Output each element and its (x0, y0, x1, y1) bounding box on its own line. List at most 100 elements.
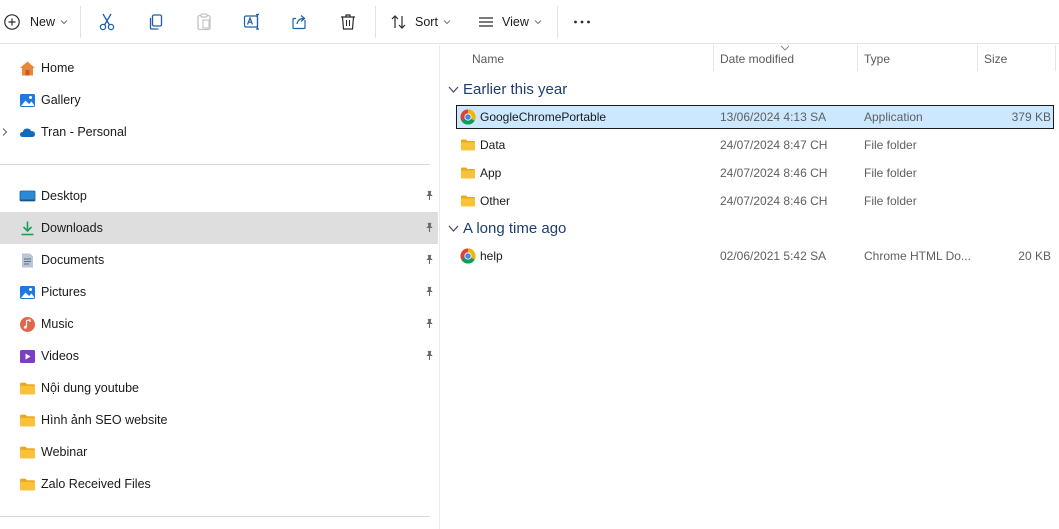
paste-button[interactable] (194, 8, 214, 36)
pin-icon (424, 190, 435, 201)
home-icon (20, 61, 35, 76)
file-row-app[interactable]: App 24/07/2024 8:46 CH File folder (456, 161, 1054, 185)
more-options-button[interactable] (572, 8, 592, 36)
sidebar-item-gallery[interactable]: Gallery (0, 84, 438, 116)
file-size: 20 KB (1018, 249, 1051, 263)
column-header-label: Size (984, 52, 1008, 66)
column-header-label: Date modified (720, 52, 795, 66)
sidebar-item-label: Webinar (41, 445, 88, 459)
file-name: GoogleChromePortable (480, 110, 607, 124)
copy-button[interactable] (146, 8, 166, 36)
new-button[interactable]: New (3, 8, 68, 36)
sidebar-item-noi-dung-youtube[interactable]: Nội dung youtube (0, 372, 438, 404)
chevron-down-icon (60, 20, 68, 25)
sidebar-item-label: Zalo Received Files (41, 477, 151, 491)
column-header-date-modified[interactable]: Date modified (714, 45, 857, 75)
navigation-pane: Home Gallery Tran - Personal Desktop Dow… (0, 45, 440, 529)
folder-icon (460, 193, 476, 209)
sidebar-item-label: Documents (41, 253, 105, 267)
column-divider[interactable] (1055, 45, 1056, 71)
pin-icon (424, 222, 435, 233)
file-date: 24/07/2024 8:46 CH (720, 194, 828, 208)
file-name: App (480, 166, 502, 180)
chevron-right-icon[interactable] (1, 127, 9, 137)
sidebar-divider (0, 516, 430, 517)
sidebar-item-zalo-received-files[interactable]: Zalo Received Files (0, 468, 438, 500)
sidebar-item-home[interactable]: Home (0, 52, 438, 84)
chrome-icon (460, 109, 476, 125)
sidebar-divider (0, 164, 430, 165)
column-header-name[interactable]: Name (463, 45, 713, 75)
sidebar-item-label: Hình ảnh SEO website (41, 413, 168, 427)
toolbar-divider (557, 6, 558, 38)
documents-icon (22, 253, 33, 268)
file-row-googlechromeportable[interactable]: GoogleChromePortable 13/06/2024 4:13 SA … (456, 105, 1054, 129)
folder-icon (19, 476, 36, 493)
sidebar-item-onedrive-personal[interactable]: Tran - Personal (0, 116, 438, 148)
file-type: File folder (864, 194, 917, 208)
rename-button[interactable] (242, 8, 262, 36)
sidebar-item-label: Downloads (41, 221, 103, 235)
file-row-other[interactable]: Other 24/07/2024 8:46 CH File folder (456, 189, 1054, 213)
group-header[interactable]: A long time ago (441, 216, 1051, 242)
sidebar-item-label: Music (41, 317, 74, 331)
onedrive-cloud-icon (20, 128, 35, 137)
file-type: Application (864, 110, 923, 124)
folder-icon (19, 444, 36, 461)
sidebar-item-music[interactable]: Music (0, 308, 438, 340)
delete-button[interactable] (338, 8, 358, 36)
file-date: 13/06/2024 4:13 SA (720, 110, 827, 124)
pin-icon (424, 286, 435, 297)
file-name: Other (480, 194, 511, 208)
sidebar-item-videos[interactable]: Videos (0, 340, 438, 372)
group-header[interactable]: Earlier this year (441, 77, 1051, 103)
file-row-help[interactable]: help 02/06/2021 5:42 SA Chrome HTML Do..… (456, 244, 1054, 268)
view-icon (479, 17, 493, 27)
sort-button[interactable]: Sort (390, 8, 451, 36)
folder-icon (19, 412, 36, 429)
file-type: File folder (864, 138, 917, 152)
file-date: 24/07/2024 8:47 CH (720, 138, 828, 152)
chrome-icon (460, 248, 476, 264)
folder-icon (460, 137, 476, 153)
group-label: A long time ago (463, 220, 567, 237)
sidebar-item-label: Home (41, 61, 75, 75)
file-type: File folder (864, 166, 917, 180)
sort-button-label: Sort (415, 15, 438, 29)
chevron-down-icon (443, 20, 451, 25)
group-label: Earlier this year (463, 81, 568, 98)
new-button-label: New (30, 15, 56, 29)
column-header-size[interactable]: Size (978, 45, 1055, 75)
column-header-label: Type (864, 52, 891, 66)
file-name: Data (480, 138, 506, 152)
sidebar-item-documents[interactable]: Documents (0, 244, 438, 276)
file-list-pane: Name Date modified Type Size Earlier thi… (441, 45, 1059, 529)
sort-descending-icon (780, 45, 790, 51)
file-row-data[interactable]: Data 24/07/2024 8:47 CH File folder (456, 133, 1054, 157)
sidebar-item-webinar[interactable]: Webinar (0, 436, 438, 468)
music-icon (20, 317, 35, 332)
cut-button[interactable] (97, 8, 117, 36)
file-date: 24/07/2024 8:46 CH (720, 166, 828, 180)
pin-icon (424, 350, 435, 361)
sidebar-item-hinh-anh-seo-website[interactable]: Hình ảnh SEO website (0, 404, 438, 436)
column-header-label: Name (472, 52, 505, 66)
chevron-down-icon (448, 225, 459, 232)
share-icon (292, 15, 306, 30)
pictures-icon (20, 286, 35, 299)
sidebar-item-label: Gallery (41, 93, 81, 107)
sidebar-item-desktop[interactable]: Desktop (0, 180, 438, 212)
sidebar-item-pictures[interactable]: Pictures (0, 276, 438, 308)
desktop-icon (19, 190, 36, 202)
column-header-type[interactable]: Type (858, 45, 976, 75)
chevron-down-icon (534, 20, 542, 25)
pin-icon (424, 318, 435, 329)
file-type: Chrome HTML Do... (864, 249, 971, 263)
share-button[interactable] (290, 8, 310, 36)
sidebar-item-downloads[interactable]: Downloads (0, 212, 438, 244)
sidebar-item-label: Videos (41, 349, 79, 363)
sidebar-item-label: Desktop (41, 189, 87, 203)
pin-icon (424, 254, 435, 265)
view-button[interactable]: View (477, 8, 542, 36)
folder-icon (19, 380, 36, 397)
